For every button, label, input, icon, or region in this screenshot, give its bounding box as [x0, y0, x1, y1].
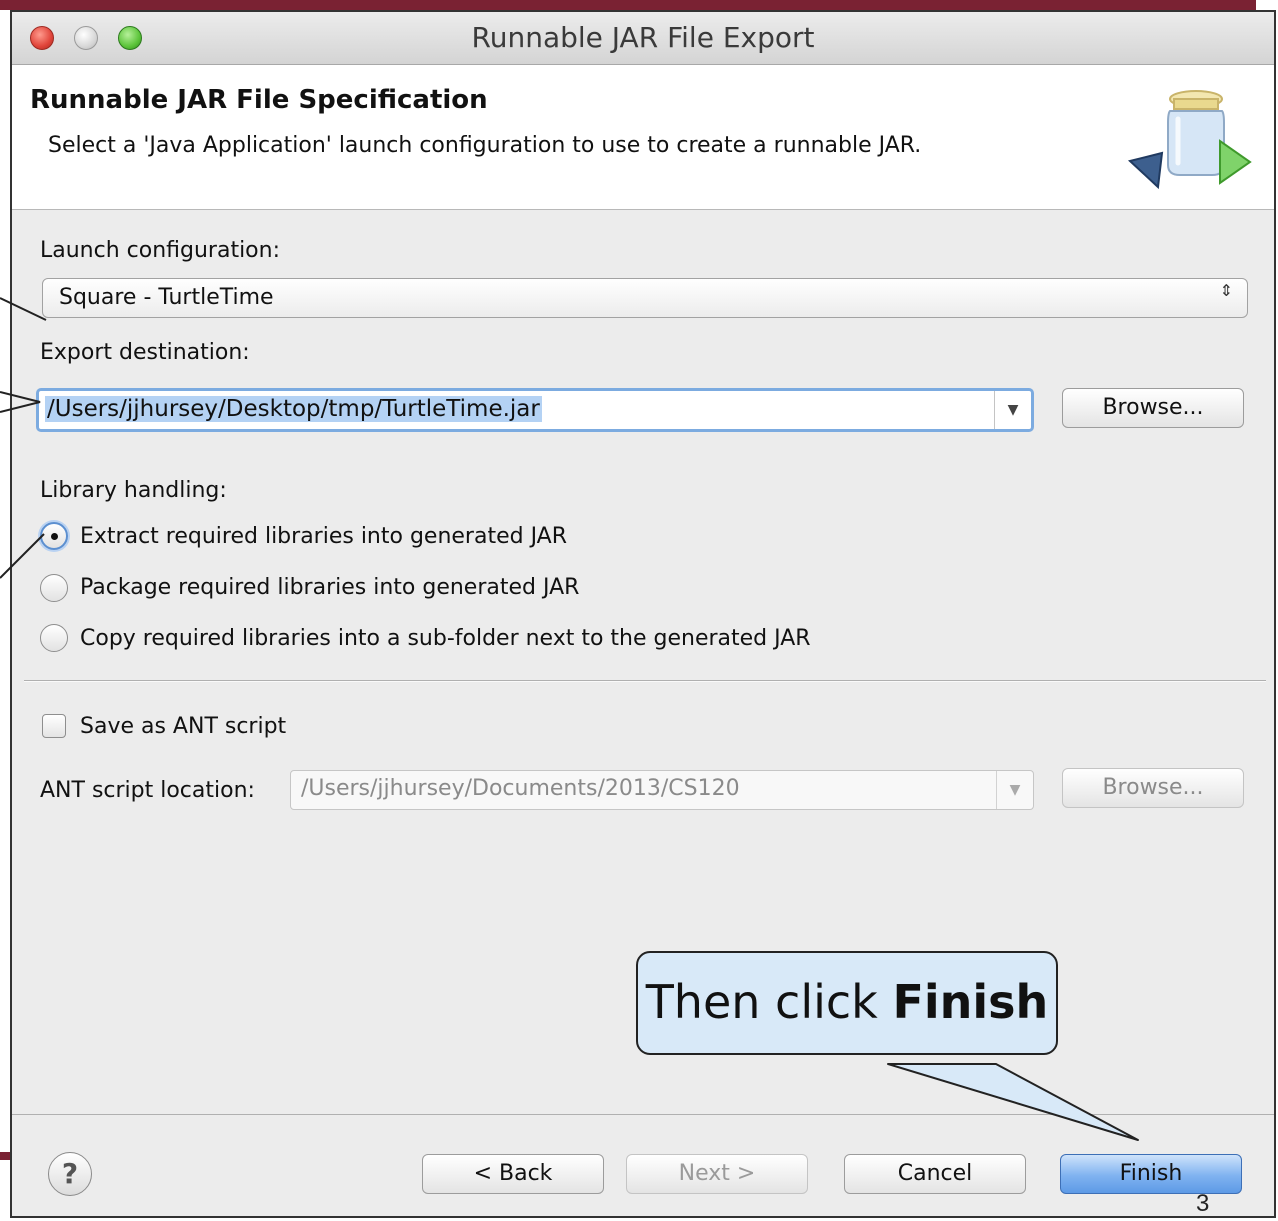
- callout-prefix: Then click: [645, 975, 893, 1029]
- pointer-export-line: [0, 391, 41, 413]
- callout-emphasis: Finish: [892, 975, 1049, 1029]
- instruction-callout: Then click Finish: [636, 951, 1058, 1055]
- pointer-launch-line: [0, 297, 47, 321]
- callout-pointer: [887, 1063, 1139, 1141]
- callout-text: Then click Finish: [638, 975, 1056, 1029]
- slide-number: 3: [1196, 1190, 1210, 1217]
- pointer-library-line: [0, 533, 45, 579]
